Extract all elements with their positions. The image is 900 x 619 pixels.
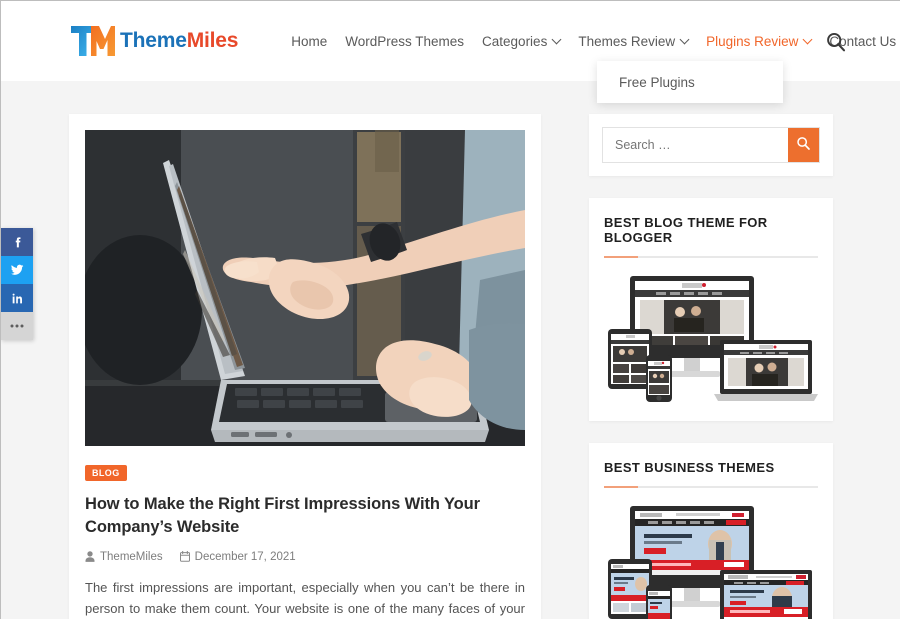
share-more-button[interactable] bbox=[1, 312, 33, 340]
nav-item-home[interactable]: Home bbox=[282, 1, 336, 81]
post-excerpt: The first impressions are important, esp… bbox=[85, 579, 525, 617]
social-share-rail bbox=[1, 228, 33, 340]
widget-search bbox=[589, 114, 833, 176]
sidebar: BEST BLOG THEME FOR BLOGGER bbox=[589, 114, 833, 619]
facebook-icon bbox=[11, 236, 24, 249]
plugins-review-dropdown-menu: Free Plugins bbox=[597, 61, 783, 103]
share-linkedin-button[interactable] bbox=[1, 284, 33, 312]
nav-item-label: Categories bbox=[482, 33, 548, 49]
nav-item-categories[interactable]: Categories bbox=[473, 1, 569, 81]
browser-viewport: ThemeMiles Home WordPress Themes Categor… bbox=[0, 0, 900, 619]
chevron-down-icon bbox=[551, 34, 562, 44]
chevron-down-icon bbox=[679, 34, 690, 44]
widget-banner-image-business-theme[interactable] bbox=[604, 502, 818, 619]
widget-title: BEST BUSINESS THEMES bbox=[604, 460, 775, 475]
post-featured-image[interactable] bbox=[85, 130, 525, 446]
nav-item-label: Plugins Review bbox=[706, 33, 799, 49]
widget-title-underline bbox=[604, 256, 818, 258]
post-title[interactable]: How to Make the Right First Impressions … bbox=[85, 493, 525, 540]
widget-best-blog-theme: BEST BLOG THEME FOR BLOGGER bbox=[589, 198, 833, 421]
tm-monogram-logo bbox=[69, 24, 117, 58]
post-meta: ThemeMiles December 17, 2021 bbox=[85, 551, 525, 563]
user-icon bbox=[85, 551, 100, 563]
main-navigation: Home WordPress Themes Categories Themes … bbox=[282, 1, 900, 81]
post-author[interactable]: ThemeMiles bbox=[85, 551, 163, 563]
linkedin-icon bbox=[11, 292, 24, 305]
post-date-text: December 17, 2021 bbox=[194, 550, 296, 563]
dropdown-item-label: Free Plugins bbox=[619, 74, 695, 90]
post-author-name: ThemeMiles bbox=[100, 550, 163, 563]
dropdown-item-free-plugins[interactable]: Free Plugins bbox=[597, 75, 695, 90]
nav-item-label: WordPress Themes bbox=[345, 33, 465, 49]
calendar-icon bbox=[179, 551, 195, 563]
widget-best-business-themes: BEST BUSINESS THEMES bbox=[589, 443, 833, 619]
main-content-column: BLOG How to Make the Right First Impress… bbox=[69, 114, 541, 619]
nav-item-wordpress-themes[interactable]: WordPress Themes bbox=[336, 1, 473, 81]
nav-item-label: Themes Review bbox=[578, 33, 676, 49]
search-submit-button[interactable] bbox=[788, 128, 819, 162]
brand-text-theme: Theme bbox=[120, 29, 187, 52]
ellipsis-icon bbox=[9, 323, 25, 329]
share-facebook-button[interactable] bbox=[1, 228, 33, 256]
widget-title-underline bbox=[604, 486, 818, 488]
search-input[interactable] bbox=[603, 128, 788, 162]
post-date[interactable]: December 17, 2021 bbox=[179, 550, 296, 563]
nav-item-label: Home bbox=[291, 33, 328, 49]
page-body: BLOG How to Make the Right First Impress… bbox=[1, 81, 900, 619]
header-search-icon[interactable] bbox=[825, 31, 847, 53]
twitter-icon bbox=[10, 263, 24, 277]
post-category-badge[interactable]: BLOG bbox=[85, 465, 127, 481]
brand-text: ThemeMiles bbox=[120, 29, 238, 53]
share-twitter-button[interactable] bbox=[1, 256, 33, 284]
sidebar-search-form bbox=[602, 127, 820, 163]
post-category-row: BLOG bbox=[85, 463, 525, 481]
brand-text-miles: Miles bbox=[186, 29, 239, 52]
site-logo[interactable]: ThemeMiles bbox=[69, 21, 238, 61]
widget-banner-image-blog-theme[interactable] bbox=[604, 272, 818, 406]
chevron-down-icon bbox=[802, 34, 813, 44]
search-icon bbox=[796, 136, 811, 154]
widget-title: BEST BLOG THEME FOR BLOGGER bbox=[604, 215, 768, 245]
